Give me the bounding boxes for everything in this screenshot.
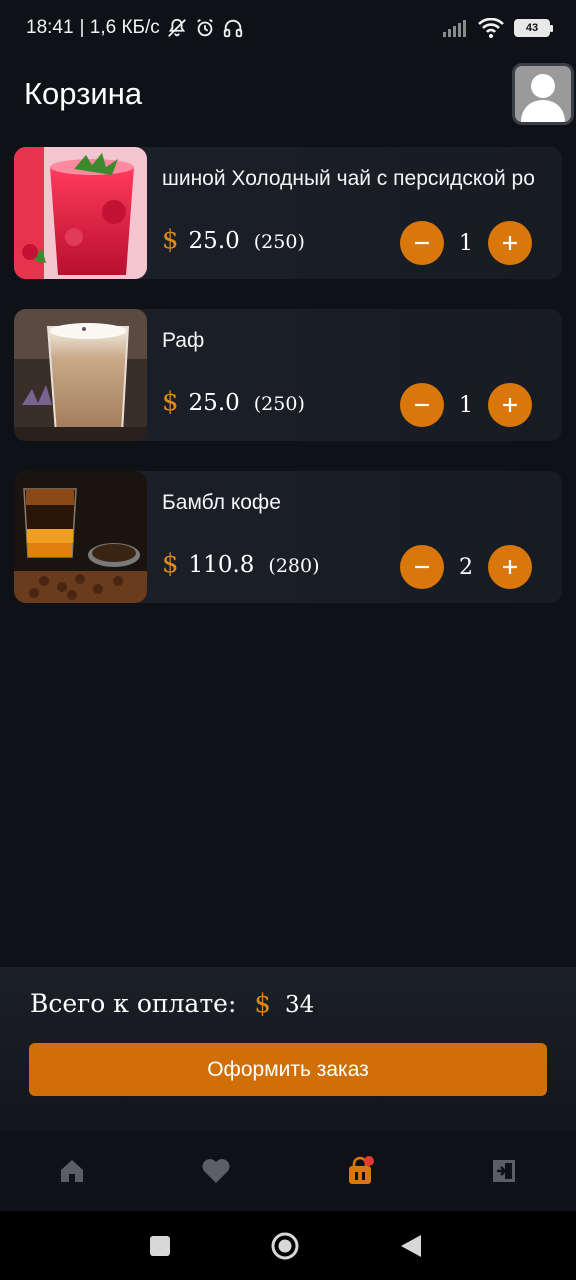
- cart-item[interactable]: шиной Холодный чай с персидской ро $ 25.…: [14, 147, 562, 279]
- checkout-panel: Всего к оплате: $ 34 Оформить заказ: [0, 967, 576, 1131]
- avatar-silhouette: [521, 74, 565, 122]
- item-image-iced-tea: [14, 147, 147, 279]
- minus-icon: [415, 241, 429, 245]
- quantity-value: 1: [459, 230, 473, 256]
- currency-symbol: $: [162, 387, 179, 417]
- recent-apps-icon[interactable]: [145, 1231, 175, 1261]
- item-price: 110.8: [188, 552, 255, 578]
- mute-icon: [167, 18, 186, 37]
- plus-icon: [503, 560, 517, 574]
- minus-icon: [415, 565, 429, 569]
- cart-list: шиной Холодный чай с персидской ро $ 25.…: [14, 147, 562, 633]
- item-image-bumble-coffee: [14, 471, 147, 603]
- currency-symbol: $: [162, 549, 179, 579]
- minus-icon: [415, 403, 429, 407]
- cart-screen: 18:41 | 1,6 КБ/с 43 Корзина шиной Холодн…: [0, 0, 576, 1280]
- currency-symbol: $: [254, 989, 271, 1019]
- cart-item[interactable]: Раф $ 25.0 (250) 1: [14, 309, 562, 441]
- place-order-button[interactable]: Оформить заказ: [29, 1043, 547, 1096]
- quantity-value: 2: [459, 554, 473, 580]
- quantity-stepper: 1: [400, 383, 532, 427]
- price-row: $ 25.0 (250): [162, 387, 305, 417]
- status-network-speed: | 1,6 КБ/с: [79, 17, 160, 38]
- price-row: $ 25.0 (250): [162, 225, 305, 255]
- home-circle-icon[interactable]: [270, 1231, 300, 1261]
- status-right: 43: [442, 18, 553, 38]
- decrease-quantity-button[interactable]: [400, 221, 444, 265]
- bottom-nav: [0, 1131, 576, 1211]
- user-avatar-icon[interactable]: [512, 63, 574, 125]
- status-left: 18:41 | 1,6 КБ/с: [26, 17, 244, 39]
- item-name: Бамбл кофе: [162, 491, 281, 514]
- item-volume: (250): [253, 231, 305, 253]
- alarm-icon: [196, 18, 213, 37]
- page-title: Корзина: [24, 76, 143, 111]
- status-bar: 18:41 | 1,6 КБ/с 43: [0, 0, 576, 56]
- item-price: 25.0: [188, 390, 240, 416]
- wifi-icon: [478, 18, 504, 38]
- home-icon[interactable]: [54, 1153, 90, 1189]
- item-volume: (280): [268, 555, 320, 577]
- cart-item[interactable]: Бамбл кофе $ 110.8 (280) 2: [14, 471, 562, 603]
- battery-icon: 43: [514, 19, 553, 37]
- plus-icon: [503, 236, 517, 250]
- decrease-quantity-button[interactable]: [400, 383, 444, 427]
- total-label: Всего к оплате:: [30, 989, 237, 1018]
- app-bar: Корзина: [0, 56, 576, 132]
- price-row: $ 110.8 (280): [162, 549, 320, 579]
- cart-icon[interactable]: [342, 1153, 378, 1189]
- increase-quantity-button[interactable]: [488, 545, 532, 589]
- status-time: 18:41: [26, 17, 74, 38]
- signal-icon: [443, 20, 466, 37]
- plus-icon: [503, 398, 517, 412]
- logout-icon[interactable]: [486, 1153, 522, 1189]
- item-price: 25.0: [188, 228, 240, 254]
- item-name: шиной Холодный чай с персидской ро: [162, 167, 534, 190]
- system-nav-bar: [0, 1211, 576, 1280]
- favorites-icon[interactable]: [198, 1153, 234, 1189]
- quantity-stepper: 1: [400, 221, 532, 265]
- decrease-quantity-button[interactable]: [400, 545, 444, 589]
- total-row: Всего к оплате: $ 34: [30, 989, 314, 1019]
- item-volume: (250): [253, 393, 305, 415]
- item-name: Раф: [162, 329, 205, 352]
- increase-quantity-button[interactable]: [488, 221, 532, 265]
- item-image-raf: [14, 309, 147, 441]
- increase-quantity-button[interactable]: [488, 383, 532, 427]
- battery-level: 43: [525, 22, 539, 34]
- total-value: 34: [284, 992, 315, 1018]
- quantity-stepper: 2: [400, 545, 532, 589]
- quantity-value: 1: [459, 392, 473, 418]
- currency-symbol: $: [162, 225, 179, 255]
- headphones-icon: [223, 19, 242, 38]
- back-icon[interactable]: [396, 1231, 426, 1261]
